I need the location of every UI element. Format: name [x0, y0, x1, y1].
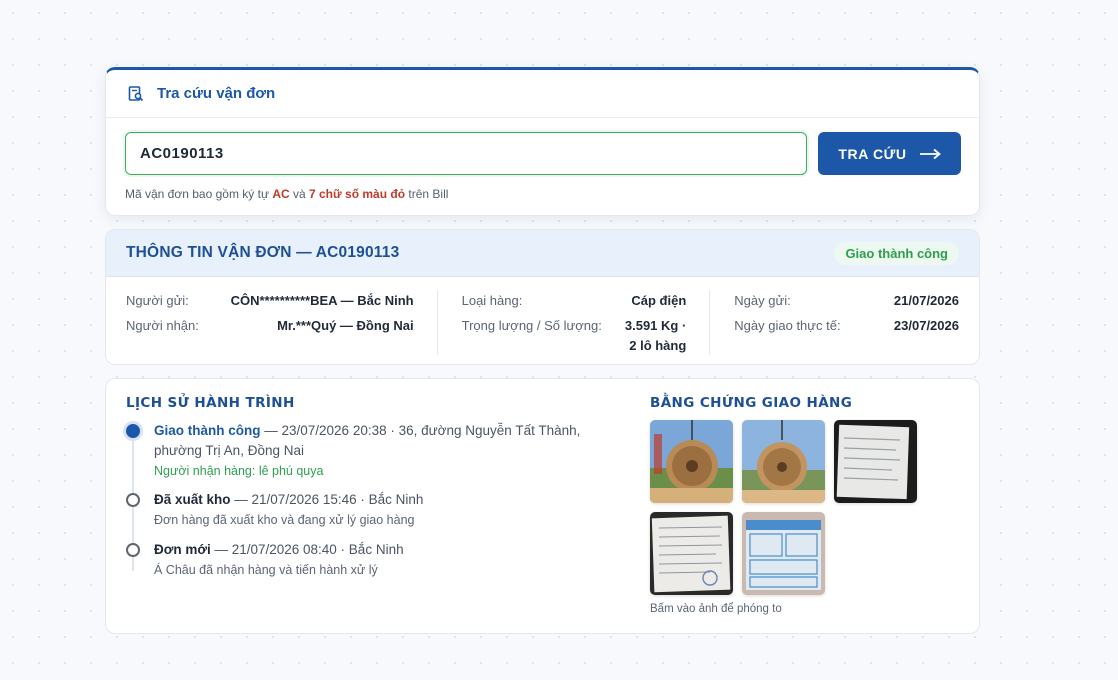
goods-column: Loại hàng: Cáp điện Trọng lượng / Số lượn… — [438, 291, 711, 355]
search-button[interactable]: TRA CỨU — [818, 132, 961, 175]
delivered-date-value: 23/07/2026 — [893, 318, 959, 333]
timeline-item: Đã xuất kho — 21/07/2026 15:46 · Bắc Nin… — [126, 490, 596, 540]
search-hint: Mã vận đơn bao gồm ký tự AC và 7 chữ số … — [125, 187, 449, 201]
shipment-info-header: THÔNG TIN VẬN ĐƠN — AC0190113 Giao thành… — [106, 230, 979, 277]
timeline-status: Đơn mới — [154, 542, 211, 557]
tracking-number-input[interactable] — [125, 132, 807, 175]
document-search-icon — [128, 85, 144, 101]
search-card: Tra cứu vận đơn TRA CỨU Mã vận đơn bao g… — [105, 67, 980, 216]
search-title: Tra cứu vận đơn — [157, 85, 276, 102]
history-card: LỊCH SỬ HÀNH TRÌNH Giao thành công — 23/… — [105, 378, 980, 634]
timeline: Giao thành công — 23/07/2026 20:38 · 36,… — [126, 421, 596, 590]
timeline-sub: Đơn hàng đã xuất kho và đang xử lý giao … — [154, 513, 415, 527]
sender-label: Người gửi: — [126, 293, 189, 308]
sent-date-label: Ngày gửi: — [734, 293, 791, 308]
shipment-title: THÔNG TIN VẬN ĐƠN — AC0190113 — [126, 244, 400, 261]
proof-gallery — [650, 420, 925, 595]
sender-value: CÔN**********BEA — Bắc Ninh — [230, 293, 414, 308]
goods-label: Loại hàng: — [461, 293, 523, 308]
timeline-detail: — 21/07/2026 08:40 · Bắc Ninh — [210, 542, 404, 557]
proof-hint: Bấm vào ảnh để phóng to — [650, 603, 782, 615]
timeline-item: Đơn mới — 21/07/2026 08:40 · Bắc Ninh Á … — [126, 540, 596, 590]
history-title: LỊCH SỬ HÀNH TRÌNH — [126, 395, 295, 411]
timeline-dot — [126, 543, 140, 557]
search-button-label: TRA CỨU — [838, 145, 907, 162]
search-header: Tra cứu vận đơn — [106, 70, 979, 118]
date-column: Ngày gửi: 21/07/2026 Ngày giao thực tế: 23… — [710, 291, 959, 355]
timeline-item: Giao thành công — 23/07/2026 20:38 · 36,… — [126, 421, 596, 483]
status-badge: Giao thành công — [834, 241, 959, 265]
delivery-bill-photo[interactable] — [742, 512, 825, 595]
shipment-info-card: THÔNG TIN VẬN ĐƠN — AC0190113 Giao thành… — [105, 229, 980, 365]
timeline-status: Giao thành công — [154, 423, 261, 438]
receiver-label: Người nhận: — [126, 318, 199, 333]
document-photo-2[interactable] — [650, 512, 733, 595]
timeline-dot-active — [126, 424, 140, 438]
cable-drum-photo-1[interactable] — [650, 420, 733, 503]
arrow-right-icon — [919, 148, 941, 159]
receiver-value: Mr.***Quý — Đồng Nai — [277, 318, 414, 333]
sent-date-value: 21/07/2026 — [893, 293, 959, 308]
weight-label: Trọng lượng / Số lượng: — [461, 318, 602, 333]
document-photo-1[interactable] — [834, 420, 917, 503]
cable-drum-photo-2[interactable] — [742, 420, 825, 503]
timeline-status: Đã xuất kho — [154, 492, 231, 507]
weight-value: 3.591 Kg · 2 lô hàng — [624, 318, 687, 353]
proof-title: BẰNG CHỨNG GIAO HÀNG — [650, 395, 853, 411]
timeline-dot — [126, 493, 140, 507]
timeline-sub: Á Châu đã nhận hàng và tiến hành xử lý — [154, 563, 378, 577]
timeline-sub: Người nhận hàng: lê phú quya — [154, 464, 324, 478]
delivered-date-label: Ngày giao thực tế: — [734, 318, 841, 333]
party-column: Người gửi: CÔN**********BEA — Bắc Ninh Ng… — [126, 291, 438, 355]
goods-value: Cáp điện — [631, 293, 687, 308]
timeline-detail: — 21/07/2026 15:46 · Bắc Ninh — [230, 492, 424, 507]
